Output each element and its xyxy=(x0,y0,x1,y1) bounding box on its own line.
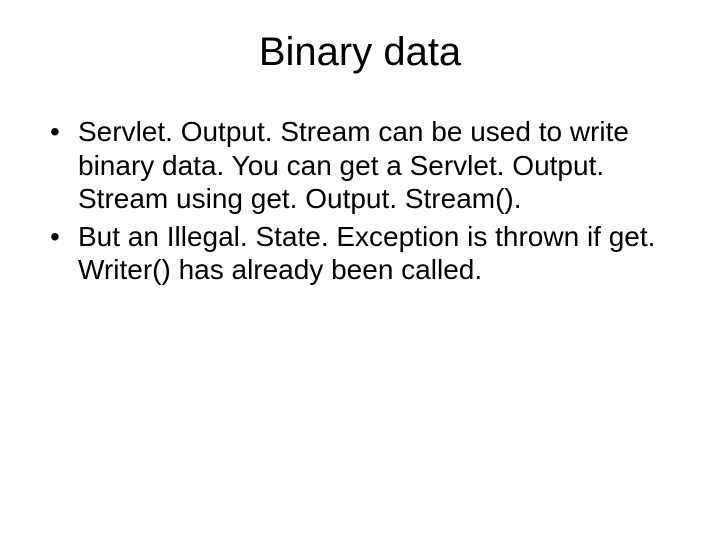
slide: Binary data Servlet. Output. Stream can … xyxy=(0,0,720,540)
list-item: But an Illegal. State. Exception is thro… xyxy=(50,220,680,287)
slide-title: Binary data xyxy=(40,30,680,75)
bullet-list: Servlet. Output. Stream can be used to w… xyxy=(50,115,680,287)
list-item: Servlet. Output. Stream can be used to w… xyxy=(50,115,680,216)
